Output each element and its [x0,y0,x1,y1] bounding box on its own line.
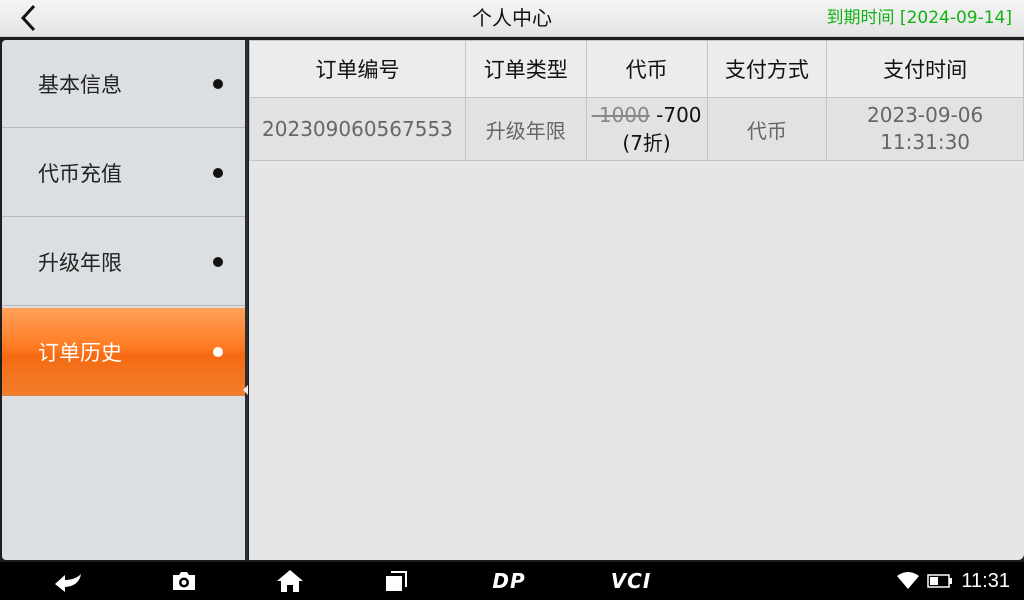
dp-label: DP [492,569,526,593]
token-price-cell: -1000 -700 (7折) [585,97,708,161]
recent-apps-button[interactable] [380,562,412,600]
title-bar: 个人中心 到期时间 [2024-09-14] [0,0,1024,37]
sidebar-item-label: 代币充值 [38,161,122,186]
table-header-row: 订单编号 订单类型 代币 支付方式 支付时间 [249,40,1024,98]
table-row[interactable]: 202309060567553 升级年限 -1000 -700 (7折) 代币 … [249,97,1024,161]
dp-button[interactable]: DP [486,562,532,600]
order-type-cell: 升级年限 [464,97,587,161]
sidebar-item-label: 订单历史 [38,340,122,365]
sidebar-item-upgrade-years[interactable]: 升级年限 [2,218,245,306]
status-clock: 11:31 [961,569,1010,592]
sidebar-item-order-history[interactable]: 订单历史 [2,308,245,396]
column-header-pay-time: 支付时间 [826,40,1024,98]
sidebar-item-label: 升级年限 [38,250,122,275]
system-nav-bar: DP VCI 11:31 [0,562,1024,600]
bullet-dot-icon [213,346,223,357]
discount-rate: (7折) [622,130,671,155]
column-header-order-no: 订单编号 [249,40,466,98]
pay-method-cell: 代币 [706,97,828,161]
return-arrow-icon [55,574,81,592]
order-history-panel: 订单编号 订单类型 代币 支付方式 支付时间 202309060567553 升… [249,40,1024,560]
status-area: 11:31 [897,562,1010,600]
screenshot-button[interactable] [166,562,202,600]
active-pointer-icon [243,385,248,395]
home-button[interactable] [272,562,308,600]
column-header-pay-method: 支付方式 [706,40,828,98]
bullet-dot-icon [213,256,223,267]
column-header-tokens: 代币 [585,40,708,98]
vci-button[interactable]: VCI [606,562,656,600]
pay-time-cell: 2023-09-06 11:31:30 [826,97,1024,161]
sidebar-item-basic-info[interactable]: 基本信息 [2,40,245,128]
discounted-price: -700 [656,102,702,127]
battery-icon [927,574,953,588]
pay-time: 11:31:30 [880,130,971,154]
expiry-date-text: 到期时间 [2024-09-14] [826,8,1012,28]
camera-icon [173,572,195,590]
home-icon [277,570,303,592]
column-header-order-type: 订单类型 [464,40,587,98]
sidebar: 基本信息 代币充值 升级年限 订单历史 [2,40,248,560]
pay-date: 2023-09-06 [867,103,984,127]
order-table: 订单编号 订单类型 代币 支付方式 支付时间 202309060567553 升… [249,40,1024,161]
vci-label: VCI [610,569,652,593]
bullet-dot-icon [213,78,223,89]
order-no-cell: 202309060567553 [249,97,466,161]
bullet-dot-icon [213,167,223,178]
main-area: 基本信息 代币充值 升级年限 订单历史 订单编号 订单类型 代币 支付方式 支付… [0,37,1024,562]
sidebar-item-token-recharge[interactable]: 代币充值 [2,129,245,217]
original-price: -1000 [591,102,650,127]
return-button[interactable] [48,562,88,600]
recent-apps-icon [386,571,407,591]
sidebar-item-label: 基本信息 [38,72,122,97]
wifi-icon [897,572,920,589]
